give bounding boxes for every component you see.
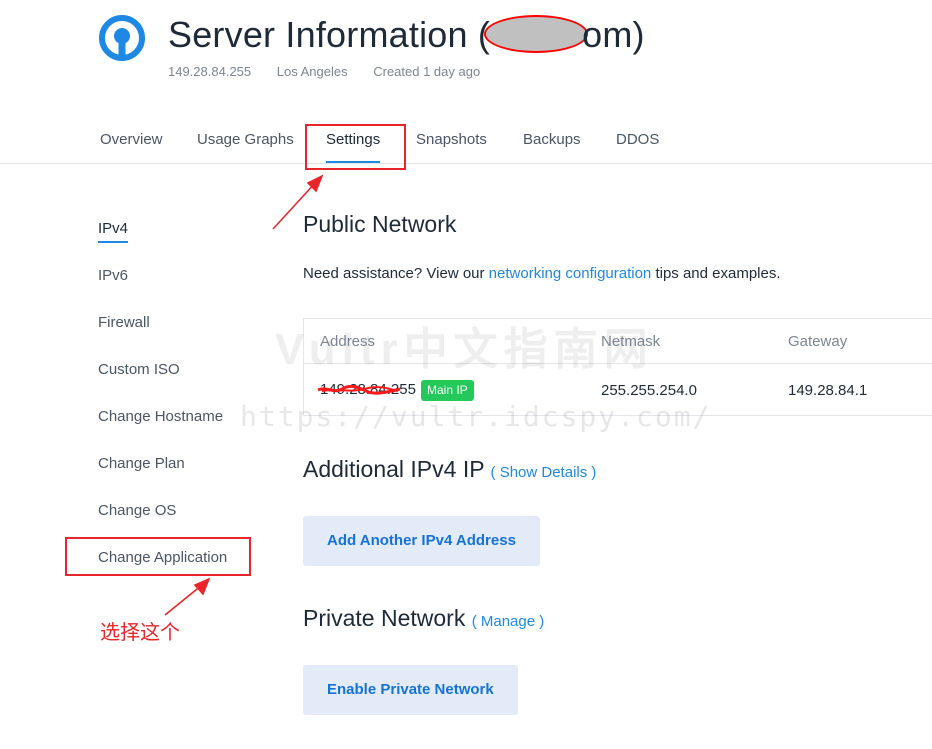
- main-ip-badge: Main IP: [421, 380, 474, 401]
- assist-suffix: tips and examples.: [651, 265, 781, 282]
- assist-prefix: Need assistance? View our: [303, 265, 489, 282]
- server-ip: 149.28.84.255: [168, 64, 252, 79]
- sidebar-item-firewall[interactable]: Firewall: [98, 314, 150, 331]
- settings-highlight-box: [305, 124, 406, 170]
- private-network-section: Private Network ( Manage ): [303, 605, 544, 632]
- sidebar-item-custom-iso[interactable]: Custom ISO: [98, 361, 180, 378]
- enable-private-network-button[interactable]: Enable Private Network: [303, 665, 518, 715]
- title-suffix: om): [582, 14, 645, 55]
- server-created: Created 1 day ago: [373, 64, 481, 79]
- redacted-hostname: [484, 15, 589, 53]
- annotation-text: 选择这个: [100, 620, 180, 644]
- additional-ipv4-title: Additional IPv4 IP: [303, 456, 485, 482]
- page-title: Server Information ( om): [168, 14, 645, 56]
- sidebar-item-change-hostname[interactable]: Change Hostname: [98, 408, 223, 425]
- tab-snapshots[interactable]: Snapshots: [416, 131, 487, 148]
- tab-overview[interactable]: Overview: [100, 131, 163, 148]
- change-application-highlight-box: [65, 537, 251, 576]
- gateway-cell: 149.28.84.1: [788, 382, 868, 399]
- netmask-cell: 255.255.254.0: [601, 382, 697, 399]
- sidebar-item-change-plan[interactable]: Change Plan: [98, 455, 185, 472]
- column-header-gateway: Gateway: [788, 333, 848, 350]
- manage-link[interactable]: ( Manage ): [472, 613, 545, 630]
- watermark-title: Vultr中文指南网: [275, 325, 654, 374]
- tab-usage-graphs[interactable]: Usage Graphs: [197, 131, 294, 148]
- sidebar-item-ipv6[interactable]: IPv6: [98, 267, 128, 284]
- additional-ipv4-section: Additional IPv4 IP ( Show Details ): [303, 456, 596, 483]
- watermark-url: https://vultr.idcspy.com/: [240, 400, 712, 433]
- arrow-to-change-application-icon: [164, 577, 211, 616]
- server-location: Los Angeles: [276, 64, 348, 79]
- private-network-title: Private Network: [303, 605, 466, 631]
- server-meta: 149.28.84.255 Los Angeles Created 1 day …: [168, 64, 502, 79]
- tab-backups[interactable]: Backups: [523, 131, 581, 148]
- assistance-text: Need assistance? View our networking con…: [303, 265, 781, 282]
- vultr-logo-icon: [99, 15, 145, 61]
- sidebar-item-change-os[interactable]: Change OS: [98, 502, 176, 519]
- tab-bar: Overview Usage Graphs Settings Snapshots…: [0, 120, 932, 164]
- sidebar-item-ipv4[interactable]: IPv4: [98, 220, 129, 243]
- tab-ddos[interactable]: DDOS: [616, 131, 659, 148]
- show-details-link[interactable]: ( Show Details ): [491, 464, 597, 481]
- public-network-title: Public Network: [303, 211, 457, 237]
- networking-configuration-link[interactable]: networking configuration: [489, 265, 652, 282]
- add-ipv4-address-button[interactable]: Add Another IPv4 Address: [303, 516, 540, 566]
- title-prefix: Server Information (: [168, 14, 491, 55]
- redaction-scribble: [317, 385, 401, 395]
